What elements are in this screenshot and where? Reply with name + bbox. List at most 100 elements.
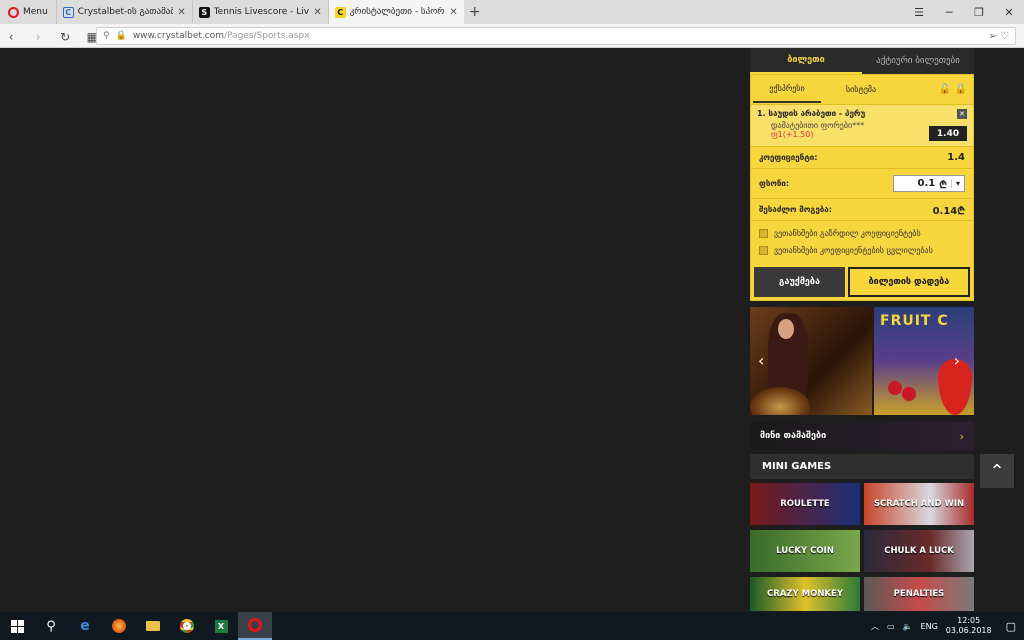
taskbar-excel[interactable]: X — [204, 612, 238, 640]
close-tab-icon[interactable]: ✕ — [177, 7, 185, 18]
volume-icon[interactable]: 🔈 — [903, 622, 913, 631]
chrome-icon — [180, 619, 194, 633]
betslip: ბილეთი აქტიური ბილეთები ექსპრესი სისტემა… — [750, 48, 974, 301]
language-indicator[interactable]: ENG — [921, 622, 938, 631]
betslip-body: ექსპრესი სისტემა 🔓 🔒 1. საუდის არაბეთი -… — [750, 74, 974, 301]
tab-active-bets[interactable]: აქტიური ბილეთები — [862, 48, 974, 74]
checkbox-label: ვეთანხმები გაზრდილ კოეფიციენტებს — [774, 229, 921, 238]
checkbox-icon — [759, 246, 768, 255]
tab-express[interactable]: ექსპრესი — [753, 76, 821, 103]
betslip-tabs: ბილეთი აქტიური ბილეთები — [750, 48, 974, 74]
game-crazy-monkey[interactable]: CRAZY MONKEY — [750, 577, 860, 611]
clock-time: 12:05 — [957, 616, 981, 625]
possible-win-value: 0.14₾ — [932, 205, 965, 217]
mini-games-header-label: მინი თამაშები — [760, 431, 827, 441]
url-field[interactable]: ⚲ 🔒 www.crystalbet.com /Pages/Sports.asp… — [96, 27, 1016, 45]
taskbar-chrome[interactable] — [170, 612, 204, 640]
taskbar-firefox[interactable] — [102, 612, 136, 640]
windows-logo-icon — [10, 619, 24, 633]
accept-odds-change-checkbox[interactable]: ვეთანხმები კოეფიციენტების ცვლილებას — [751, 242, 973, 259]
game-lucky-coin[interactable]: LUCKY COIN — [750, 530, 860, 572]
fruit-slot-title: FRUIT C — [880, 313, 949, 329]
place-bet-button[interactable]: ბილეთის დადება — [847, 267, 970, 297]
reload-icon[interactable]: ↻ — [54, 30, 76, 44]
chevron-down-icon[interactable]: ▾ — [950, 179, 960, 188]
start-button[interactable] — [0, 612, 34, 640]
forward-icon[interactable]: › — [27, 30, 49, 44]
bet-odd: 1.40 — [929, 126, 967, 141]
url-path: /Pages/Sports.aspx — [224, 31, 310, 41]
clear-bets-button[interactable]: გაუქმება — [754, 267, 845, 297]
betslip-actions: გაუქმება ბილეთის დადება — [751, 264, 973, 300]
crystalbet-favicon-icon: C — [334, 6, 346, 18]
taskbar-edge[interactable]: e — [68, 612, 102, 640]
search-icon[interactable]: ⚲ — [34, 612, 68, 640]
opera-icon — [248, 618, 262, 632]
possible-win-row: შესაძლო მოგება: 0.14₾ — [751, 199, 973, 221]
tab-title: კრისტალბეთი - სპორტ — [349, 7, 446, 17]
livescore-favicon-icon: S — [198, 6, 210, 18]
restore-icon[interactable]: ❐ — [964, 6, 994, 19]
game-chulk-a-luck[interactable]: CHULK A LUCK — [864, 530, 974, 572]
lock-icon: 🔒 — [115, 31, 127, 41]
taskbar-explorer[interactable] — [136, 612, 170, 640]
system-tray: ︿ ▭ 🔈 ENG 12:05 03.06.2018 ▢ — [871, 612, 1024, 640]
network-icon[interactable]: ▭ — [887, 622, 895, 631]
dealer-face — [778, 319, 794, 339]
minimize-icon[interactable]: ─ — [934, 6, 964, 19]
mini-games-header[interactable]: მინი თამაშები › — [750, 422, 974, 450]
scroll-to-top-button[interactable]: ⌃ — [980, 454, 1014, 488]
close-tab-icon[interactable]: ✕ — [449, 7, 457, 18]
lock-toggle-icons[interactable]: 🔓 🔒 — [939, 84, 967, 95]
close-window-icon[interactable]: ✕ — [994, 6, 1024, 19]
bet-match: 1. საუდის არაბეთი - პერუ — [757, 109, 866, 118]
site-info-icon[interactable]: ⚲ — [103, 31, 110, 41]
stake-input[interactable]: 0.1 ₾ ▾ — [893, 175, 965, 192]
new-tab-button[interactable]: + — [464, 4, 486, 20]
taskbar-opera[interactable] — [238, 612, 272, 640]
banner-prev-icon[interactable]: ‹ — [758, 351, 764, 370]
send-and-bookmark-icons[interactable]: ➢ ♡ — [988, 31, 1009, 42]
game-penalties[interactable]: PENALTIES — [864, 577, 974, 611]
tray-expand-icon[interactable]: ︿ — [871, 621, 879, 632]
mini-games-title: MINI GAMES — [750, 454, 974, 479]
opera-logo-icon — [8, 6, 19, 18]
windows-taskbar: ⚲ e X ︿ ▭ 🔈 ENG 12:05 03.06.2018 ▢ — [0, 612, 1024, 640]
remove-bet-icon[interactable]: ✕ — [957, 109, 967, 119]
casino-promo-banner[interactable]: FRUIT C ‹ › — [750, 307, 974, 415]
clock[interactable]: 12:05 03.06.2018 — [946, 616, 992, 636]
folder-icon — [146, 621, 160, 631]
opera-menu-button[interactable]: Menu — [0, 0, 56, 24]
bet-selection: 1. საუდის არაბეთი - პერუ დამატებითი ფორე… — [751, 105, 973, 147]
nav-buttons: ‹ › ↻ ▦ — [0, 26, 103, 45]
banner-next-icon[interactable]: › — [954, 351, 960, 370]
stake-value: 0.1 — [917, 178, 936, 189]
clock-date: 03.06.2018 — [945, 626, 992, 635]
game-roulette[interactable]: ROULETTE — [750, 483, 860, 525]
back-icon[interactable]: ‹ — [0, 30, 22, 44]
tab-menu-icon[interactable]: ☰ — [904, 6, 934, 19]
coefficient-label: კოეფიციენტი: — [759, 153, 818, 162]
edge-icon: e — [80, 618, 90, 634]
browser-tab-bar: Menu C Crystalbet-ის გათამაშე ✕ S Tennis… — [0, 0, 1024, 24]
stake-row: ფსონი: 0.1 ₾ ▾ — [751, 169, 973, 199]
game-scratch-and-win[interactable]: SCRATCH AND WIN — [864, 483, 974, 525]
tab-crystalbet-promo[interactable]: C Crystalbet-ის გათამაშე ✕ — [55, 0, 192, 24]
window-controls: ☰ ─ ❐ ✕ — [904, 0, 1024, 24]
tab-crystalbet-sport[interactable]: C კრისტალბეთი - სპორტ ✕ — [327, 0, 464, 24]
tab-tennis-livescore[interactable]: S Tennis Livescore - Live Sco ✕ — [191, 0, 328, 24]
cherry-image — [902, 387, 916, 401]
chevron-right-icon: › — [959, 429, 964, 443]
accept-higher-odds-checkbox[interactable]: ვეთანხმები გაზრდილ კოეფიციენტებს — [751, 225, 973, 242]
stake-label: ფსონი: — [759, 179, 790, 188]
checkbox-icon — [759, 229, 768, 238]
possible-win-label: შესაძლო მოგება: — [759, 205, 832, 214]
lari-icon: ₾ — [939, 179, 947, 191]
notifications-icon[interactable]: ▢ — [1006, 620, 1016, 633]
crystalbet-favicon-icon: C — [62, 6, 74, 18]
close-tab-icon[interactable]: ✕ — [313, 7, 321, 18]
tab-betslip[interactable]: ბილეთი — [750, 48, 862, 74]
tab-system[interactable]: სისტემა — [827, 77, 895, 102]
tab-title: Tennis Livescore - Live Sco — [213, 7, 310, 17]
tab-title: Crystalbet-ის გათამაშე — [77, 7, 174, 17]
